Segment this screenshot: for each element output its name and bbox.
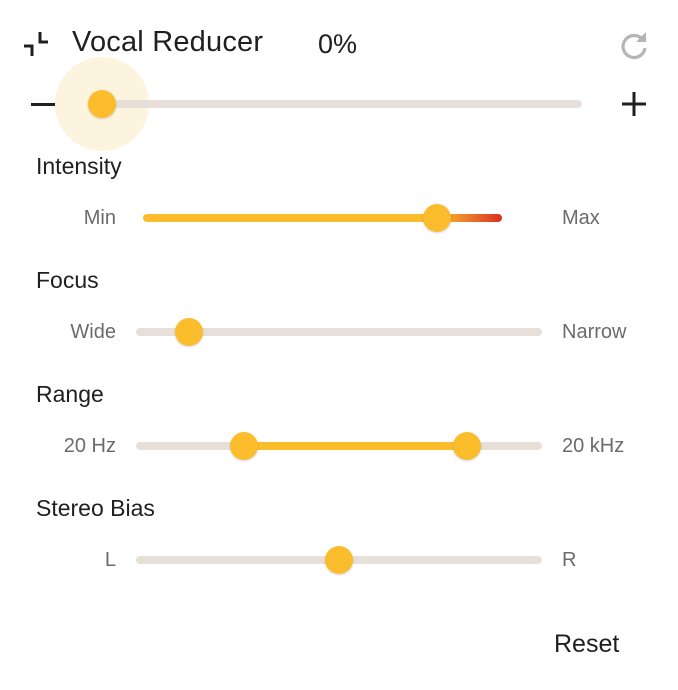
amount-slider-thumb[interactable]	[88, 90, 116, 118]
focus-label: Focus	[36, 267, 99, 293]
range-min-label: 20 Hz	[63, 435, 116, 457]
intensity-slider-thumb[interactable]	[423, 204, 452, 232]
intensity-label: Intensity	[36, 153, 122, 179]
range-slider-low-thumb[interactable]	[229, 432, 258, 460]
stereo-bias-right-label: R	[562, 549, 577, 571]
intensity-min-label: Min	[83, 207, 116, 229]
amount-slider-track[interactable]	[102, 100, 582, 108]
stereo-bias-label: Stereo Bias	[36, 495, 155, 521]
panel-title: Vocal Reducer	[72, 26, 264, 58]
stereo-bias-slider-thumb[interactable]	[325, 546, 353, 574]
range-slider-fill	[243, 442, 467, 450]
range-slider-track[interactable]	[136, 442, 542, 450]
range-max-label: 20 kHz	[562, 435, 625, 457]
intensity-max-label: Max	[562, 207, 600, 229]
refresh-icon[interactable]	[616, 28, 652, 64]
range-label: Range	[36, 381, 104, 407]
focus-slider-thumb[interactable]	[174, 318, 203, 346]
stereo-bias-left-label: L	[104, 549, 116, 571]
plus-icon[interactable]	[618, 88, 650, 120]
minus-icon[interactable]	[28, 92, 58, 118]
amount-percent: 0%	[318, 29, 358, 59]
range-slider-high-thumb[interactable]	[452, 432, 481, 460]
collapse-arrows-icon[interactable]	[22, 30, 50, 58]
vocal-reducer-panel: Vocal Reducer 0% Intensity Min Max Focus…	[0, 0, 678, 690]
focus-max-label: Narrow	[562, 321, 627, 343]
focus-min-label: Wide	[70, 321, 116, 343]
reset-button[interactable]: Reset	[554, 630, 619, 659]
